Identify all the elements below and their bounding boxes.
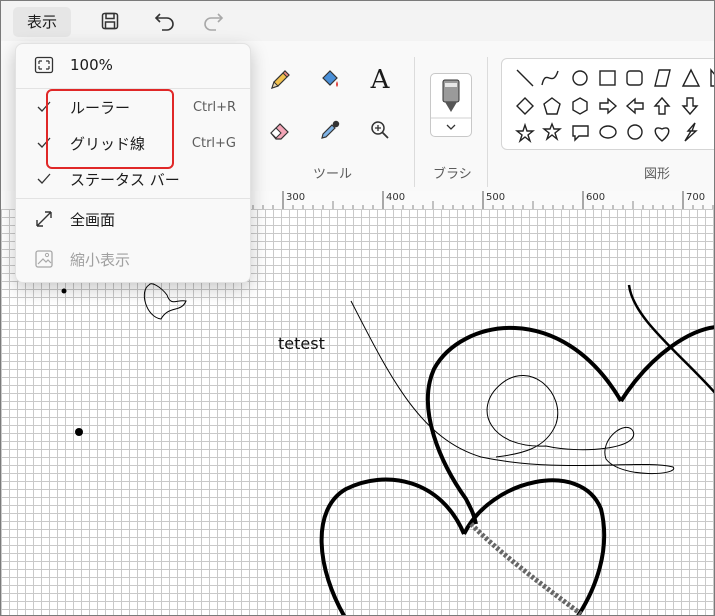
view-menu-button[interactable]: 表示 (13, 7, 71, 37)
shapes-group-label: 図形 (644, 167, 671, 182)
fill-bucket-icon[interactable] (313, 65, 347, 95)
menu-item-thumbnail[interactable]: 縮小表示 (16, 240, 250, 278)
ribbon-separator (414, 57, 415, 187)
check-icon (32, 167, 56, 191)
shapes-gallery (501, 58, 715, 150)
ruler-label: 700 (686, 192, 706, 203)
thumbnail-icon (32, 247, 56, 271)
menu-divider (16, 198, 250, 199)
undo-icon[interactable] (151, 8, 179, 34)
highlight-annotation-box (46, 89, 174, 169)
fit-screen-icon (32, 53, 56, 77)
ribbon-separator (487, 57, 488, 187)
text-tool-icon[interactable]: A (363, 65, 397, 95)
title-bar: 表示 (1, 1, 714, 41)
menu-item-label: 100% (70, 56, 113, 74)
eraser-icon[interactable] (263, 115, 297, 145)
menu-item-full-screen[interactable]: 全画面 (16, 200, 250, 238)
redo-icon[interactable] (199, 8, 227, 34)
shapes-grid[interactable] (502, 59, 715, 149)
ruler-label: 500 (486, 192, 506, 203)
brushes-button[interactable] (430, 73, 472, 137)
paint-window: 表示 A ツール ブラシ 図形 300 400 500 600 700 tete… (0, 0, 715, 616)
menu-item-zoom-100[interactable]: 100% (16, 46, 250, 84)
tools-group-label: ツール (313, 167, 353, 182)
ruler-label: 300 (286, 192, 306, 203)
shortcut-label: Ctrl+G (191, 135, 236, 151)
magnifier-icon[interactable] (363, 115, 397, 145)
ruler-label: 600 (586, 192, 606, 203)
fullscreen-icon (32, 207, 56, 231)
menu-item-label: ステータス バー (70, 170, 180, 189)
canvas-text-object[interactable]: tetest (278, 334, 325, 353)
save-icon[interactable] (96, 8, 124, 34)
shortcut-label: Ctrl+R (192, 99, 236, 115)
menu-item-label: 全画面 (70, 210, 116, 229)
brushes-group-label: ブラシ (433, 167, 472, 182)
color-picker-icon[interactable] (313, 115, 347, 145)
ruler-label: 400 (386, 192, 406, 203)
pencil-icon[interactable] (263, 65, 297, 95)
menu-item-label: 縮小表示 (70, 250, 131, 269)
